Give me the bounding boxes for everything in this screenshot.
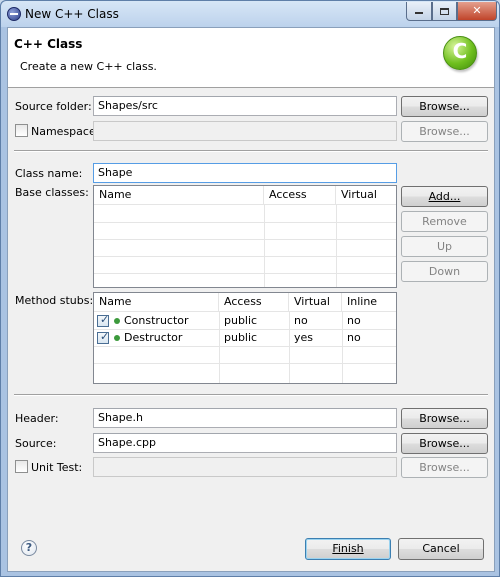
column-header[interactable]: Name: [94, 293, 219, 311]
add-base-class-button[interactable]: Add...: [401, 186, 488, 207]
dialog-client-area: C++ Class Create a new C++ class. C Sour…: [7, 27, 495, 572]
source-folder-browse-button[interactable]: Browse...: [401, 96, 488, 117]
base-classes-label: Base classes:: [15, 186, 89, 199]
wizard-description: Create a new C++ class.: [20, 60, 157, 73]
header-file-input[interactable]: Shape.h: [93, 408, 397, 428]
close-button[interactable]: ✕: [457, 2, 497, 21]
method-inline: no: [347, 314, 361, 327]
method-virtual: yes: [294, 331, 314, 344]
header-browse-button[interactable]: Browse...: [401, 408, 488, 429]
method-access: public: [224, 314, 258, 327]
window-title: New C++ Class: [25, 7, 119, 21]
minimize-button[interactable]: [406, 2, 432, 21]
source-folder-label: Source folder:: [15, 100, 92, 113]
grid-line: [94, 273, 396, 274]
wizard-title: C++ Class: [14, 37, 83, 51]
help-icon[interactable]: ?: [21, 540, 37, 556]
namespace-checkbox[interactable]: [15, 124, 28, 137]
table-row[interactable]: ✓ Constructor public no no: [94, 313, 396, 330]
column-header[interactable]: Access: [264, 186, 336, 204]
column-header[interactable]: Access: [219, 293, 289, 311]
finish-label: Finish: [332, 542, 364, 555]
grid-line: [264, 205, 265, 287]
dialog-window: New C++ Class ✕ C++ Class Create a new C…: [0, 0, 500, 577]
method-stubs-header: Name Access Virtual Inline: [94, 293, 396, 312]
column-header[interactable]: Inline: [342, 293, 396, 311]
maximize-icon: [440, 7, 449, 15]
title-bar[interactable]: New C++ Class ✕: [1, 1, 499, 27]
method-stub-checkbox[interactable]: ✓: [97, 330, 110, 344]
move-down-button[interactable]: Down: [401, 261, 488, 282]
column-header[interactable]: Virtual: [336, 186, 396, 204]
unit-test-label: Unit Test:: [31, 461, 83, 474]
add-label: Add...: [428, 190, 461, 203]
header-label: Header:: [15, 412, 59, 425]
grid-line: [94, 222, 396, 223]
grid-line: [94, 363, 396, 364]
minimize-icon: [415, 12, 423, 14]
separator: [14, 150, 488, 152]
wizard-banner: C++ Class Create a new C++ class. C: [8, 28, 494, 88]
method-stubs-table[interactable]: Name Access Virtual Inline ✓ Constructor…: [93, 292, 397, 384]
base-classes-table[interactable]: Name Access Virtual: [93, 185, 397, 288]
cancel-button[interactable]: Cancel: [398, 538, 484, 560]
namespace-input[interactable]: [93, 121, 397, 141]
separator: [14, 394, 488, 396]
close-icon: ✕: [472, 4, 482, 17]
eclipse-icon: [7, 7, 21, 21]
namespace-browse-button[interactable]: Browse...: [401, 121, 488, 142]
base-classes-header: Name Access Virtual: [94, 186, 396, 205]
namespace-label: Namespace:: [31, 125, 100, 138]
method-virtual: no: [294, 314, 308, 327]
move-up-button[interactable]: Up: [401, 236, 488, 257]
method-name: Destructor: [124, 331, 183, 344]
checkmark-icon: ✓: [100, 330, 110, 343]
checkmark-icon: ✓: [100, 313, 110, 326]
grid-line: [336, 205, 337, 287]
column-header[interactable]: Virtual: [289, 293, 342, 311]
method-inline: no: [347, 331, 361, 344]
finish-button[interactable]: Finish: [305, 538, 391, 560]
source-label: Source:: [15, 437, 57, 450]
method-stubs-label: Method stubs:: [15, 294, 94, 307]
method-access: public: [224, 331, 258, 344]
column-header[interactable]: Name: [94, 186, 264, 204]
grid-line: [94, 239, 396, 240]
method-name: Constructor: [124, 314, 189, 327]
grid-line: [94, 256, 396, 257]
source-folder-input[interactable]: Shapes/src: [93, 96, 397, 116]
class-name-label: Class name:: [15, 167, 83, 180]
c-cpp-logo-icon: C: [443, 36, 477, 70]
source-browse-button[interactable]: Browse...: [401, 433, 488, 454]
maximize-button[interactable]: [432, 2, 457, 21]
source-file-input[interactable]: Shape.cpp: [93, 433, 397, 453]
method-stub-checkbox[interactable]: ✓: [97, 313, 110, 327]
remove-base-class-button[interactable]: Remove: [401, 211, 488, 232]
class-name-input[interactable]: Shape: [93, 163, 397, 183]
unit-test-input[interactable]: [93, 457, 397, 477]
unit-test-browse-button[interactable]: Browse...: [401, 457, 488, 478]
unit-test-checkbox[interactable]: [15, 460, 28, 473]
table-row[interactable]: ✓ Destructor public yes no: [94, 330, 396, 347]
